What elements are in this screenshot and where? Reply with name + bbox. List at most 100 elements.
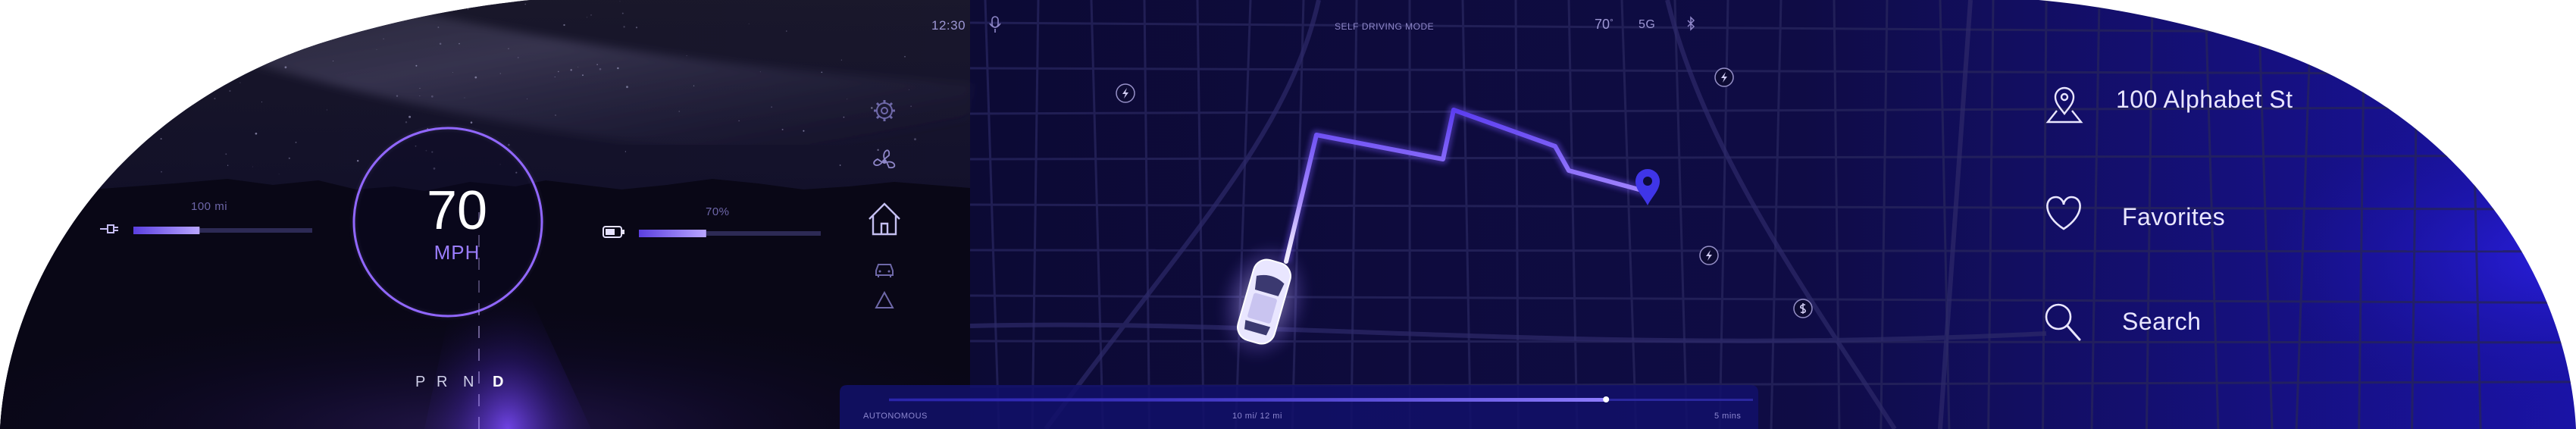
star [623,26,625,28]
range-bar-fill [133,227,200,234]
star [464,97,465,99]
star [101,86,102,88]
star [44,70,46,73]
star [128,38,130,40]
gear-n[interactable]: N [463,374,474,391]
star [843,116,845,118]
star [27,97,29,99]
star [249,40,252,42]
search-button[interactable]: Search [2039,291,2357,349]
star [821,71,823,74]
star [383,38,384,40]
star [803,130,805,132]
star [759,71,761,73]
star [499,73,501,74]
star [452,71,453,73]
charging-station-marker[interactable] [1699,246,1719,265]
star [781,128,784,130]
star [161,171,162,173]
star [914,138,916,141]
star [227,164,229,166]
trip-eta: 5 mins [1714,412,1742,421]
star [508,143,510,146]
star [786,30,787,32]
star [255,132,258,135]
star [77,24,78,26]
address-label: 100 Alphabet St [2116,86,2293,113]
trip-progress-knob[interactable] [1603,396,1610,402]
star [624,151,627,152]
star [176,52,177,54]
star [415,64,418,67]
star [106,56,108,58]
range-value: 100 mi [191,200,228,213]
star [22,26,24,28]
search-label: Search [2122,308,2202,335]
star [570,69,572,71]
star [582,74,584,77]
star [295,141,297,143]
star [904,55,906,58]
star [563,23,565,27]
speed-value: 70 [426,180,488,241]
charging-station-marker[interactable] [1714,67,1734,87]
star [53,44,55,46]
star [17,53,20,55]
star [60,61,61,63]
gear-d[interactable]: D [493,374,503,391]
star [877,149,879,152]
gear-p[interactable]: P [415,374,425,391]
star [113,76,116,79]
star [524,3,526,5]
star [261,61,262,62]
star [508,48,509,49]
star [225,153,227,155]
address-button[interactable]: 100 Alphabet St [2039,73,2357,130]
star [284,66,287,69]
gear-r[interactable]: R [437,374,447,391]
star [470,121,473,124]
star [47,61,49,62]
star [214,98,216,100]
star [396,95,399,97]
star [96,78,99,80]
star [437,27,440,28]
network-indicator: 5G [1639,18,1656,31]
battery-value: 70% [706,205,730,218]
star [73,153,74,155]
star [126,125,128,127]
star [474,76,477,79]
star [555,114,556,116]
map-street [969,249,2576,253]
star [558,70,559,73]
charging-station-marker[interactable] [1116,83,1135,103]
star [771,106,773,108]
favorites-button[interactable]: Favorites [2039,185,2357,243]
star [839,164,841,166]
star [405,121,408,124]
clock: 12:30 [931,18,966,33]
star [748,23,750,24]
star [288,157,290,159]
temperature: 70° [1595,17,1614,33]
star [165,8,168,10]
star [415,11,418,14]
star [430,95,434,98]
star [160,138,162,140]
star [159,6,161,8]
star [910,105,912,107]
star [0,84,2,86]
trip-progress-fill [889,398,1607,402]
star [619,1,621,2]
driving-mode-label: SELF DRIVING MODE [1335,21,1435,32]
gas-station-marker[interactable] [1793,299,1813,318]
star [117,137,120,139]
star [621,12,624,14]
star [599,67,602,70]
star [359,14,362,17]
star [419,88,421,89]
star [840,59,843,61]
favorites-label: Favorites [2122,203,2226,230]
star [635,27,638,29]
star [408,115,412,118]
